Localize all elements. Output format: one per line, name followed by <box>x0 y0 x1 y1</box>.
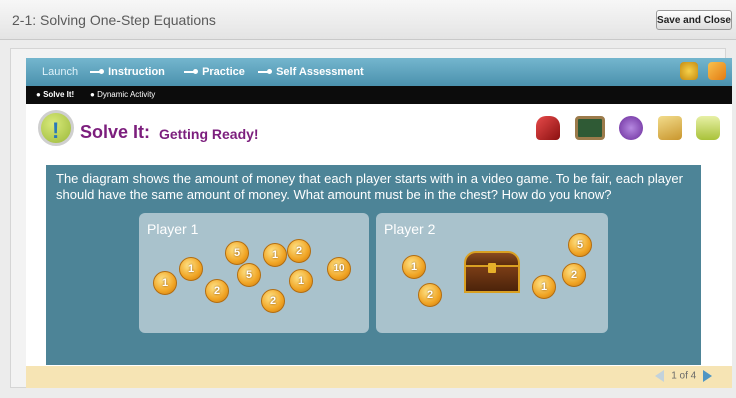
player-1-label: Player 1 <box>147 221 199 237</box>
activity-subtitle: Getting Ready! <box>159 126 259 142</box>
pencil-icon[interactable] <box>708 62 726 80</box>
solve-it-label: Solve It: <box>80 122 151 142</box>
coin: 10 <box>327 257 351 281</box>
next-page-icon[interactable] <box>703 370 712 382</box>
subnav-dynamic-activity-label: Dynamic Activity <box>97 90 156 99</box>
nav-connector-icon <box>258 69 272 75</box>
nav-connector-icon <box>90 69 104 75</box>
whiteboard-icon[interactable] <box>574 116 605 140</box>
refresh-icon[interactable] <box>679 62 698 80</box>
coin: 5 <box>568 233 592 257</box>
coin: 1 <box>263 243 287 267</box>
notes-icon[interactable] <box>657 116 682 140</box>
window-title: 2-1: Solving One-Step Equations <box>12 12 216 28</box>
sub-nav-bar: ● Solve It! ● Dynamic Activity <box>26 86 732 104</box>
player-2-box: Player 2 1 2 5 2 1 <box>376 213 608 333</box>
page-indicator: 1 of 4 <box>671 370 697 382</box>
nav-self-assessment-label: Self Assessment <box>276 66 364 78</box>
subnav-solve-it-label: Solve It! <box>43 90 75 99</box>
coin: 2 <box>418 283 442 307</box>
coin: 1 <box>532 275 556 299</box>
coin: 2 <box>562 263 586 287</box>
subnav-dynamic-activity[interactable]: ● Dynamic Activity <box>90 90 155 99</box>
lesson-nav-bar: Launch Instruction Practice Self Assessm… <box>26 58 732 86</box>
activity-header: ! Solve It: Getting Ready! <box>26 104 732 158</box>
pager: 1 of 4 <box>655 370 712 382</box>
nav-instruction[interactable]: Instruction <box>90 66 165 78</box>
solve-it-badge-icon: ! <box>38 110 74 146</box>
coin: 1 <box>289 269 313 293</box>
nav-instruction-label: Instruction <box>108 66 165 78</box>
previous-page-icon[interactable] <box>655 370 665 382</box>
highlighter-icon[interactable] <box>536 116 561 140</box>
title-bar: 2-1: Solving One-Step Equations Save and… <box>0 0 736 40</box>
treasure-chest-icon <box>464 251 520 293</box>
coin: 2 <box>205 279 229 303</box>
coin: 2 <box>261 289 285 313</box>
save-and-close-button[interactable]: Save and Close <box>656 10 732 30</box>
nav-self-assessment[interactable]: Self Assessment <box>258 66 364 78</box>
nav-practice[interactable]: Practice <box>184 66 245 78</box>
coin: 5 <box>237 263 261 287</box>
coin: 1 <box>179 257 203 281</box>
tool-palette <box>526 116 720 140</box>
coin: 2 <box>287 239 311 263</box>
activity-panel: The diagram shows the amount of money th… <box>46 165 701 365</box>
coin: 1 <box>402 255 426 279</box>
activity-prompt: The diagram shows the amount of money th… <box>56 171 683 202</box>
player-2-label: Player 2 <box>384 221 436 237</box>
coin: 5 <box>225 241 249 265</box>
eraser-icon[interactable] <box>696 116 720 140</box>
coin: 1 <box>153 271 177 295</box>
subnav-solve-it[interactable]: ● Solve It! <box>36 90 74 99</box>
nav-launch[interactable]: Launch <box>42 66 78 78</box>
player-1-box: Player 1 1 1 5 2 5 1 2 1 2 10 <box>139 213 369 333</box>
nav-connector-icon <box>184 69 198 75</box>
audio-icon[interactable] <box>619 116 644 140</box>
footer-bar: 1 of 4 <box>26 366 732 388</box>
nav-practice-label: Practice <box>202 66 245 78</box>
